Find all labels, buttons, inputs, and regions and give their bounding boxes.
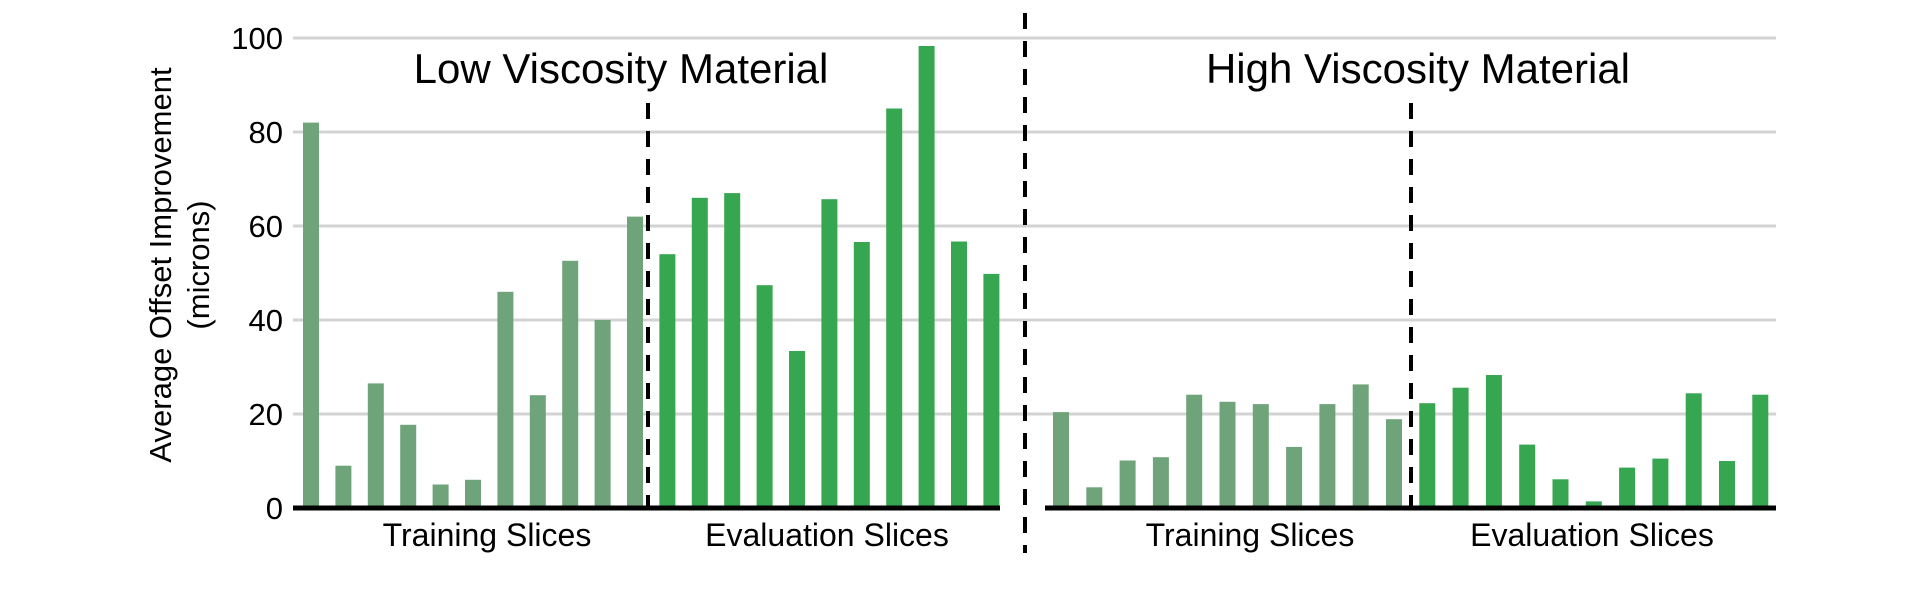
- group-label-low-training: Training Slices: [383, 517, 592, 553]
- bar-low-evaluation-3: [724, 193, 741, 508]
- bar-low-training-8: [529, 395, 546, 508]
- bar-high-evaluation-10: [1719, 461, 1735, 508]
- bars: [303, 46, 1769, 509]
- bar-low-evaluation-9: [918, 46, 935, 508]
- y-tick-label-80: 80: [249, 115, 283, 150]
- y-tick-label-0: 0: [266, 491, 283, 526]
- group-label-high-training: Training Slices: [1146, 517, 1355, 553]
- bar-low-training-5: [432, 484, 449, 508]
- y-tick-label-100: 100: [231, 21, 283, 56]
- bar-low-evaluation-7: [853, 242, 870, 508]
- gridlines: [293, 36, 1776, 416]
- bar-high-evaluation-5: [1552, 479, 1569, 508]
- bar-high-evaluation-2: [1452, 387, 1469, 508]
- bar-high-training-8: [1286, 446, 1303, 508]
- bar-low-training-10: [594, 320, 611, 508]
- bar-low-training-7: [497, 291, 514, 508]
- bar-low-evaluation-4: [756, 285, 773, 508]
- bar-high-training-10: [1352, 384, 1369, 508]
- panel-title-high-viscosity: High Viscosity Material: [1206, 45, 1630, 92]
- bar-high-evaluation-1: [1419, 403, 1436, 508]
- bar-low-training-6: [465, 479, 481, 508]
- bar-high-training-9: [1319, 404, 1336, 508]
- bar-low-training-9: [562, 260, 579, 508]
- bar-high-training-1: [1053, 412, 1069, 508]
- group-label-low-evaluation: Evaluation Slices: [705, 517, 949, 553]
- bar-low-evaluation-10: [951, 241, 967, 508]
- bar-low-evaluation-2: [691, 197, 708, 509]
- bar-low-evaluation-11: [983, 273, 1000, 508]
- bar-low-evaluation-6: [821, 199, 838, 508]
- bar-high-training-11: [1386, 419, 1402, 508]
- group-label-high-evaluation: Evaluation Slices: [1470, 517, 1714, 553]
- bar-low-evaluation-1: [659, 254, 676, 508]
- bar-high-training-7: [1252, 404, 1269, 508]
- bar-high-evaluation-4: [1519, 444, 1536, 508]
- y-tick-label-40: 40: [249, 303, 283, 338]
- bar-chart: 0 20 40 60 80 100 Average Offset Improvement …: [143, 13, 1776, 553]
- bar-high-training-6: [1219, 401, 1236, 508]
- bar-low-evaluation-5: [789, 351, 805, 508]
- bar-high-training-2: [1086, 487, 1103, 508]
- bar-low-training-4: [400, 424, 417, 508]
- bar-high-evaluation-7: [1619, 467, 1636, 508]
- y-axis-label: Average Offset Improvement (microns): [143, 67, 216, 463]
- y-tick-label-20: 20: [249, 397, 283, 432]
- bar-low-training-11: [627, 216, 643, 508]
- y-axis-label-line1: Average Offset Improvement: [143, 67, 178, 463]
- panel-title-low-viscosity: Low Viscosity Material: [414, 45, 829, 92]
- y-tick-labels: 0 20 40 60 80 100: [231, 21, 283, 526]
- y-axis-label-line2: (microns): [181, 200, 216, 329]
- bar-low-training-3: [367, 383, 384, 508]
- y-tick-label-60: 60: [249, 209, 283, 244]
- bar-low-evaluation-8: [886, 108, 903, 508]
- bar-high-training-4: [1152, 457, 1169, 508]
- bar-high-training-5: [1186, 394, 1203, 508]
- bar-low-training-1: [303, 122, 319, 508]
- bar-high-evaluation-9: [1685, 393, 1702, 508]
- bar-high-evaluation-8: [1652, 458, 1669, 508]
- bar-high-training-3: [1119, 460, 1136, 508]
- bar-low-training-2: [335, 465, 352, 508]
- bar-high-evaluation-3: [1485, 375, 1502, 508]
- bar-high-evaluation-11: [1752, 394, 1769, 508]
